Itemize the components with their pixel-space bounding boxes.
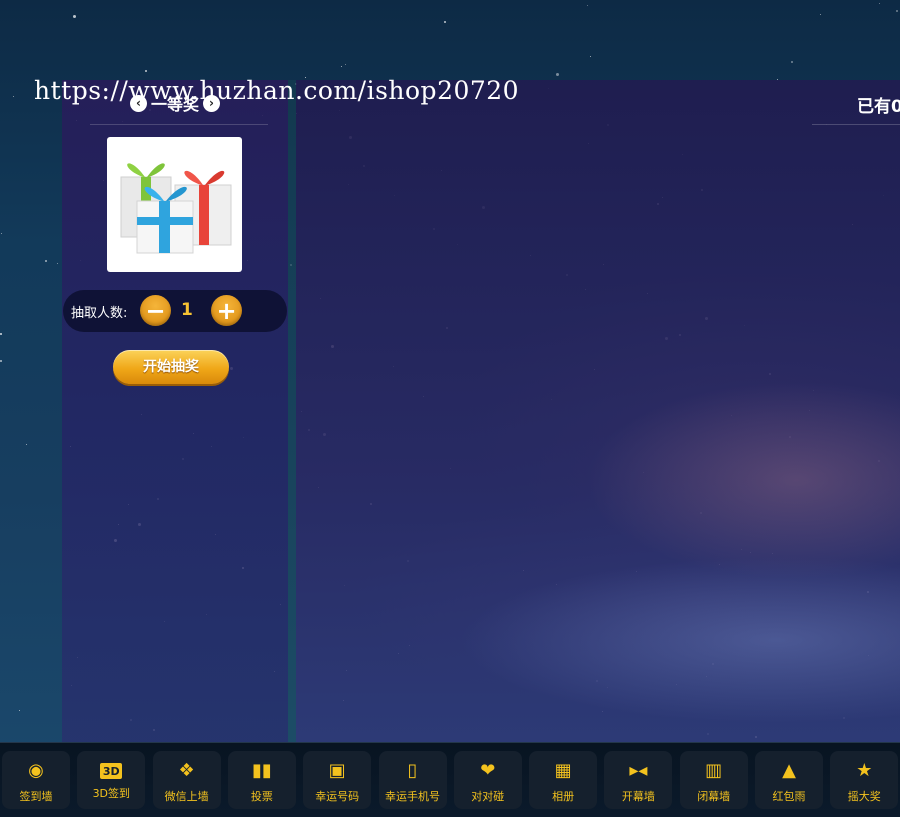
star — [879, 3, 880, 4]
toolbar-button-label: 微信上墙 — [164, 790, 209, 803]
toolbar-button-label: 红包雨 — [772, 790, 806, 803]
toolbar-button-2[interactable]: ❖ 微信上墙 — [152, 751, 221, 809]
toolbar-button-label: 幸运手机号 — [385, 790, 440, 803]
panel-divider — [288, 80, 296, 742]
toolbar-button-4[interactable]: ▣ 幸运号码 — [303, 751, 372, 809]
map-pin-icon: ◉ — [28, 760, 44, 781]
toolbar-button-5[interactable]: ▯ 幸运手机号 — [378, 751, 447, 809]
heart-pair-icon: ❤ — [480, 760, 496, 781]
toolbar-button-7[interactable]: ▦ 相册 — [529, 751, 598, 809]
star — [590, 56, 591, 57]
participants-panel — [296, 80, 900, 742]
toolbar-button-label: 开幕墙 — [621, 790, 655, 803]
star — [444, 21, 446, 23]
toolbar-button-label: 摇大奖 — [847, 790, 881, 803]
3d-icon: 3D — [100, 763, 123, 779]
plus-icon: + — [216, 296, 237, 325]
star — [341, 66, 342, 67]
star — [791, 61, 793, 63]
photo-icon: ▦ — [554, 760, 572, 781]
star — [345, 64, 346, 65]
toolbar-button-label: 闭幕墙 — [697, 790, 731, 803]
bar-chart-icon: ▮▮ — [251, 760, 272, 781]
gift-boxes-icon — [120, 163, 232, 254]
star — [0, 333, 2, 335]
participants-count: 已有0 — [857, 97, 900, 117]
increase-count-button[interactable]: + — [211, 295, 242, 326]
watermark-text: https://www.huzhan.com/ishop20720 — [34, 76, 520, 105]
star — [587, 5, 588, 6]
toolbar-button-8[interactable]: ▸◂ 开幕墙 — [604, 751, 673, 809]
star — [145, 70, 147, 72]
star — [556, 73, 559, 76]
toolbar-button-label: 相册 — [552, 790, 575, 803]
toolbar-button-9[interactable]: ▥ 闭幕墙 — [679, 751, 748, 809]
bottom-toolbar: ◉ 签到墙 3D 3D签到 ❖ 微信上墙 ▮▮ 投票 ▣ 幸运号码 ▯ 幸运手机号 ❤ 对对碰 ▦ 相册 ▸◂ 开… — [0, 742, 900, 817]
draw-count-value: 1 — [181, 300, 193, 320]
star — [820, 14, 821, 15]
star — [0, 360, 2, 362]
toolbar-button-0[interactable]: ◉ 签到墙 — [2, 751, 70, 809]
draw-count-label: 抽取人数: — [71, 306, 128, 321]
toolbar-button-label: 投票 — [250, 790, 273, 803]
toolbar-button-label: 对对碰 — [471, 790, 505, 803]
decrease-count-button[interactable]: − — [140, 295, 171, 326]
toolbar-button-label: 签到墙 — [19, 790, 53, 803]
phone-icon: ▯ — [407, 760, 418, 781]
toolbar-button-11[interactable]: ★ 摇大奖 — [830, 751, 899, 809]
toolbar-button-1[interactable]: 3D 3D签到 — [77, 751, 146, 809]
prize-header-divider — [90, 124, 268, 125]
star — [19, 710, 20, 711]
toolbar-button-3[interactable]: ▮▮ 投票 — [227, 751, 296, 809]
trophy-icon: ★ — [856, 760, 873, 781]
star — [896, 10, 898, 12]
start-draw-button[interactable]: 开始抽奖 — [113, 350, 229, 384]
lucky-number-icon: ▣ — [328, 760, 346, 781]
prize-image — [107, 137, 242, 272]
draw-count-control: 抽取人数: − 1 + — [63, 290, 287, 332]
star — [13, 96, 14, 97]
wechat-icon: ❖ — [178, 760, 195, 781]
star — [45, 260, 47, 262]
minus-icon: − — [145, 296, 166, 325]
curtain-open-icon: ▸◂ — [629, 760, 648, 781]
toolbar-button-label: 3D签到 — [92, 787, 131, 800]
red-packet-icon: ▲ — [782, 760, 796, 781]
toolbar-button-10[interactable]: ▲ 红包雨 — [755, 751, 823, 809]
star — [73, 15, 76, 18]
star — [26, 444, 27, 445]
toolbar-button-label: 幸运号码 — [315, 790, 360, 803]
participants-divider — [812, 124, 900, 125]
star — [57, 263, 58, 264]
star — [1, 233, 2, 234]
curtain-close-icon: ▥ — [705, 760, 723, 781]
toolbar-button-6[interactable]: ❤ 对对碰 — [453, 751, 522, 809]
